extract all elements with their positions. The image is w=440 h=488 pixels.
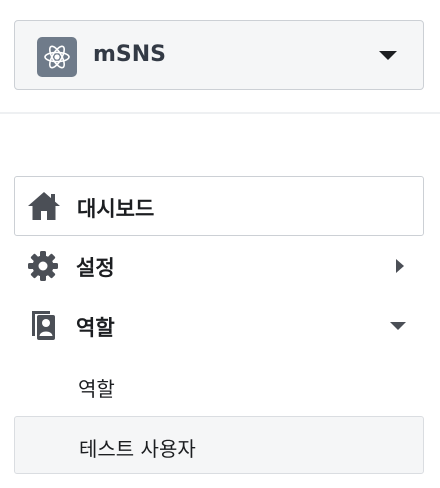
- nav-item-settings[interactable]: 설정: [14, 238, 424, 294]
- chevron-right-icon: [396, 259, 404, 273]
- sub-nav-label-test-users: 테스트 사용자: [79, 437, 196, 461]
- nav-item-dashboard[interactable]: 대시보드: [14, 176, 424, 236]
- app-name: mSNS: [93, 42, 167, 67]
- roles-icon: [26, 308, 60, 342]
- home-icon: [27, 189, 61, 223]
- atom-icon: [37, 37, 77, 77]
- nav-label-settings: 설정: [76, 256, 115, 280]
- sidebar: mSNS 대시보드 설정 역할 역할 테스트 사용자: [0, 0, 440, 488]
- sub-nav-item-roles[interactable]: 역할: [14, 358, 424, 412]
- chevron-down-icon: [390, 322, 406, 330]
- chevron-down-icon[interactable]: [379, 51, 397, 60]
- sub-nav-label-roles: 역할: [78, 377, 115, 401]
- divider: [0, 112, 440, 114]
- nav-label-roles: 역할: [76, 316, 115, 340]
- gear-icon: [26, 249, 60, 283]
- app-selector-dropdown[interactable]: mSNS: [14, 20, 424, 90]
- sub-nav-item-test-users[interactable]: 테스트 사용자: [14, 416, 424, 474]
- nav-label-dashboard: 대시보드: [77, 197, 155, 221]
- nav-item-roles[interactable]: 역할: [14, 298, 424, 354]
